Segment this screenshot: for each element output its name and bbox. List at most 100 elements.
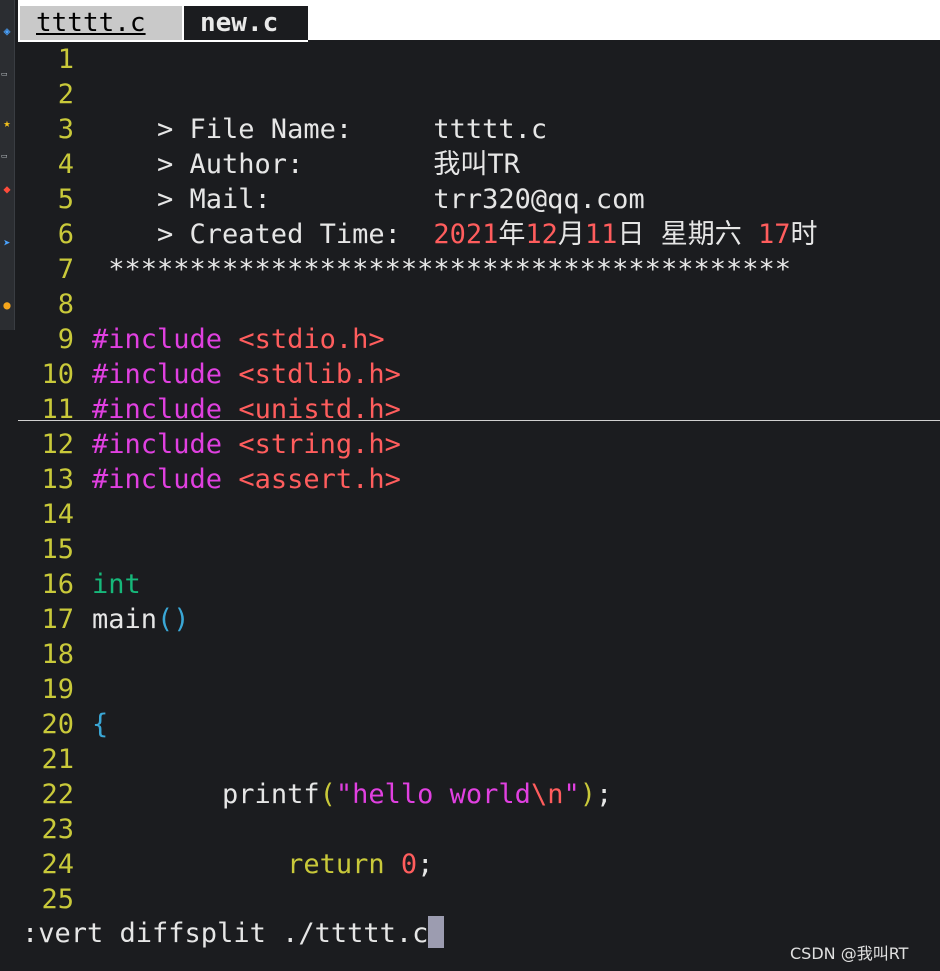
comment-label: > Author:	[92, 149, 434, 180]
year-unit: 年	[498, 219, 526, 250]
comment-value: 我叫TR	[433, 149, 520, 180]
side-toolbar-text: ▭	[1, 70, 8, 78]
open-paren: (	[319, 779, 336, 810]
star-icon[interactable]: ★	[0, 116, 14, 130]
code-line: 1	[18, 42, 940, 77]
line-number: 4	[57, 149, 74, 180]
circle-icon[interactable]: ●	[0, 298, 14, 312]
side-toolbar-text: ▭	[1, 152, 8, 160]
preprocessor-directive: #include	[92, 324, 223, 355]
day-number: 11	[584, 219, 618, 250]
semicolon: ;	[595, 779, 613, 810]
hour-unit: 时	[790, 219, 818, 250]
code-line: 7 **************************************…	[18, 252, 940, 287]
line-number: 1	[57, 44, 74, 75]
type-keyword: int	[92, 569, 141, 600]
string-end: "	[563, 779, 580, 810]
flame-icon[interactable]: ◆	[0, 182, 14, 196]
code-line: 10 #include <stdlib.h>	[18, 357, 940, 392]
code-line: 8	[18, 287, 940, 322]
code-line: 13 #include <assert.h>	[18, 462, 940, 497]
return-keyword: return	[287, 849, 385, 880]
code-line: 6 > Created Time: 2021年12月11日 星期六 17时	[18, 217, 940, 252]
line-number: 13	[41, 464, 74, 495]
code-line: 11 #include <unistd.h>	[18, 392, 940, 427]
parentheses: ()	[157, 604, 190, 635]
line-number: 10	[41, 359, 74, 390]
line-number: 2	[57, 79, 74, 110]
line-number: 23	[41, 814, 74, 845]
line-number: 19	[41, 674, 74, 705]
line-number: 7	[57, 254, 74, 285]
function-name: printf	[222, 779, 320, 810]
escape-sequence: \n	[530, 779, 564, 810]
include-header: <string.h>	[238, 429, 401, 460]
code-line: 24 return 0;	[18, 847, 940, 882]
code-line: 12 #include <string.h>	[18, 427, 940, 462]
code-line: 21	[18, 742, 940, 777]
preprocessor-directive: #include	[92, 464, 223, 495]
code-line: 15	[18, 532, 940, 567]
close-paren: )	[579, 779, 596, 810]
code-line: 22 printf("hello world\n");	[18, 777, 940, 812]
code-line: 9 #include <stdio.h>	[18, 322, 940, 357]
code-line: 16 int	[18, 567, 940, 602]
line-number: 5	[57, 184, 74, 215]
line-number: 21	[41, 744, 74, 775]
code-line: 23	[18, 812, 940, 847]
tab-ttttt-c[interactable]: ttttt.c	[20, 6, 182, 40]
code-line: 18	[18, 637, 940, 672]
code-line: 20 {	[18, 707, 940, 742]
code-line: 5 > Mail: trr320@qq.com	[18, 182, 940, 217]
line-number: 17	[41, 604, 74, 635]
semicolon: ;	[417, 849, 434, 880]
preprocessor-directive: #include	[92, 429, 223, 460]
comment-label: > Created Time:	[92, 219, 434, 250]
month-number: 12	[525, 219, 558, 250]
line-number: 9	[57, 324, 74, 355]
side-toolbar: ◈ ▭ ★ ▭ ◆ ➤ ●	[0, 0, 15, 330]
comment-label: > Mail:	[92, 184, 434, 215]
line-number: 16	[41, 569, 74, 600]
string-literal: "hello world	[335, 779, 531, 810]
code-line: 3 > File Name: ttttt.c	[18, 112, 940, 147]
command-line[interactable]: :vert diffsplit ./ttttt.c	[22, 916, 445, 951]
line-number: 12	[41, 429, 74, 460]
hour-number: 17	[757, 219, 791, 250]
open-brace: {	[92, 709, 109, 740]
line-number: 22	[41, 779, 74, 810]
include-header: <stdlib.h>	[238, 359, 401, 390]
send-icon[interactable]: ➤	[0, 236, 14, 250]
tab-bar: ttttt.c new.c	[18, 0, 940, 42]
comment-value: ttttt.c	[433, 114, 548, 145]
function-name: main	[92, 604, 158, 635]
line-number: 8	[57, 289, 74, 320]
include-header: <stdio.h>	[238, 324, 385, 355]
line-number: 14	[41, 499, 74, 530]
editor-window[interactable]: 1 2 3 > File Name: ttttt.c 4 > Author: 我…	[18, 42, 940, 917]
command-text: :vert diffsplit ./ttttt.c	[22, 918, 429, 949]
year-number: 2021	[433, 219, 499, 250]
comment-value: trr320@qq.com	[433, 184, 645, 215]
number-literal: 0	[400, 849, 418, 880]
code-line: 4 > Author: 我叫TR	[18, 147, 940, 182]
line-number: 20	[41, 709, 74, 740]
code-line: 2	[18, 77, 940, 112]
window-split-border[interactable]	[18, 420, 940, 421]
code-line: 25	[18, 882, 940, 917]
line-number: 25	[41, 884, 74, 915]
diamond-icon[interactable]: ◈	[0, 24, 14, 38]
line-number: 11	[41, 394, 74, 425]
line-number: 24	[41, 849, 74, 880]
watermark: CSDN @我叫RT	[790, 944, 909, 963]
tab-new-c[interactable]: new.c	[184, 6, 308, 40]
preprocessor-directive: #include	[92, 359, 223, 390]
line-number: 18	[41, 639, 74, 670]
code-line: 17 main()	[18, 602, 940, 637]
line-number: 15	[41, 534, 74, 565]
day-unit: 日 星期六	[617, 219, 758, 250]
code-line: 14	[18, 497, 940, 532]
